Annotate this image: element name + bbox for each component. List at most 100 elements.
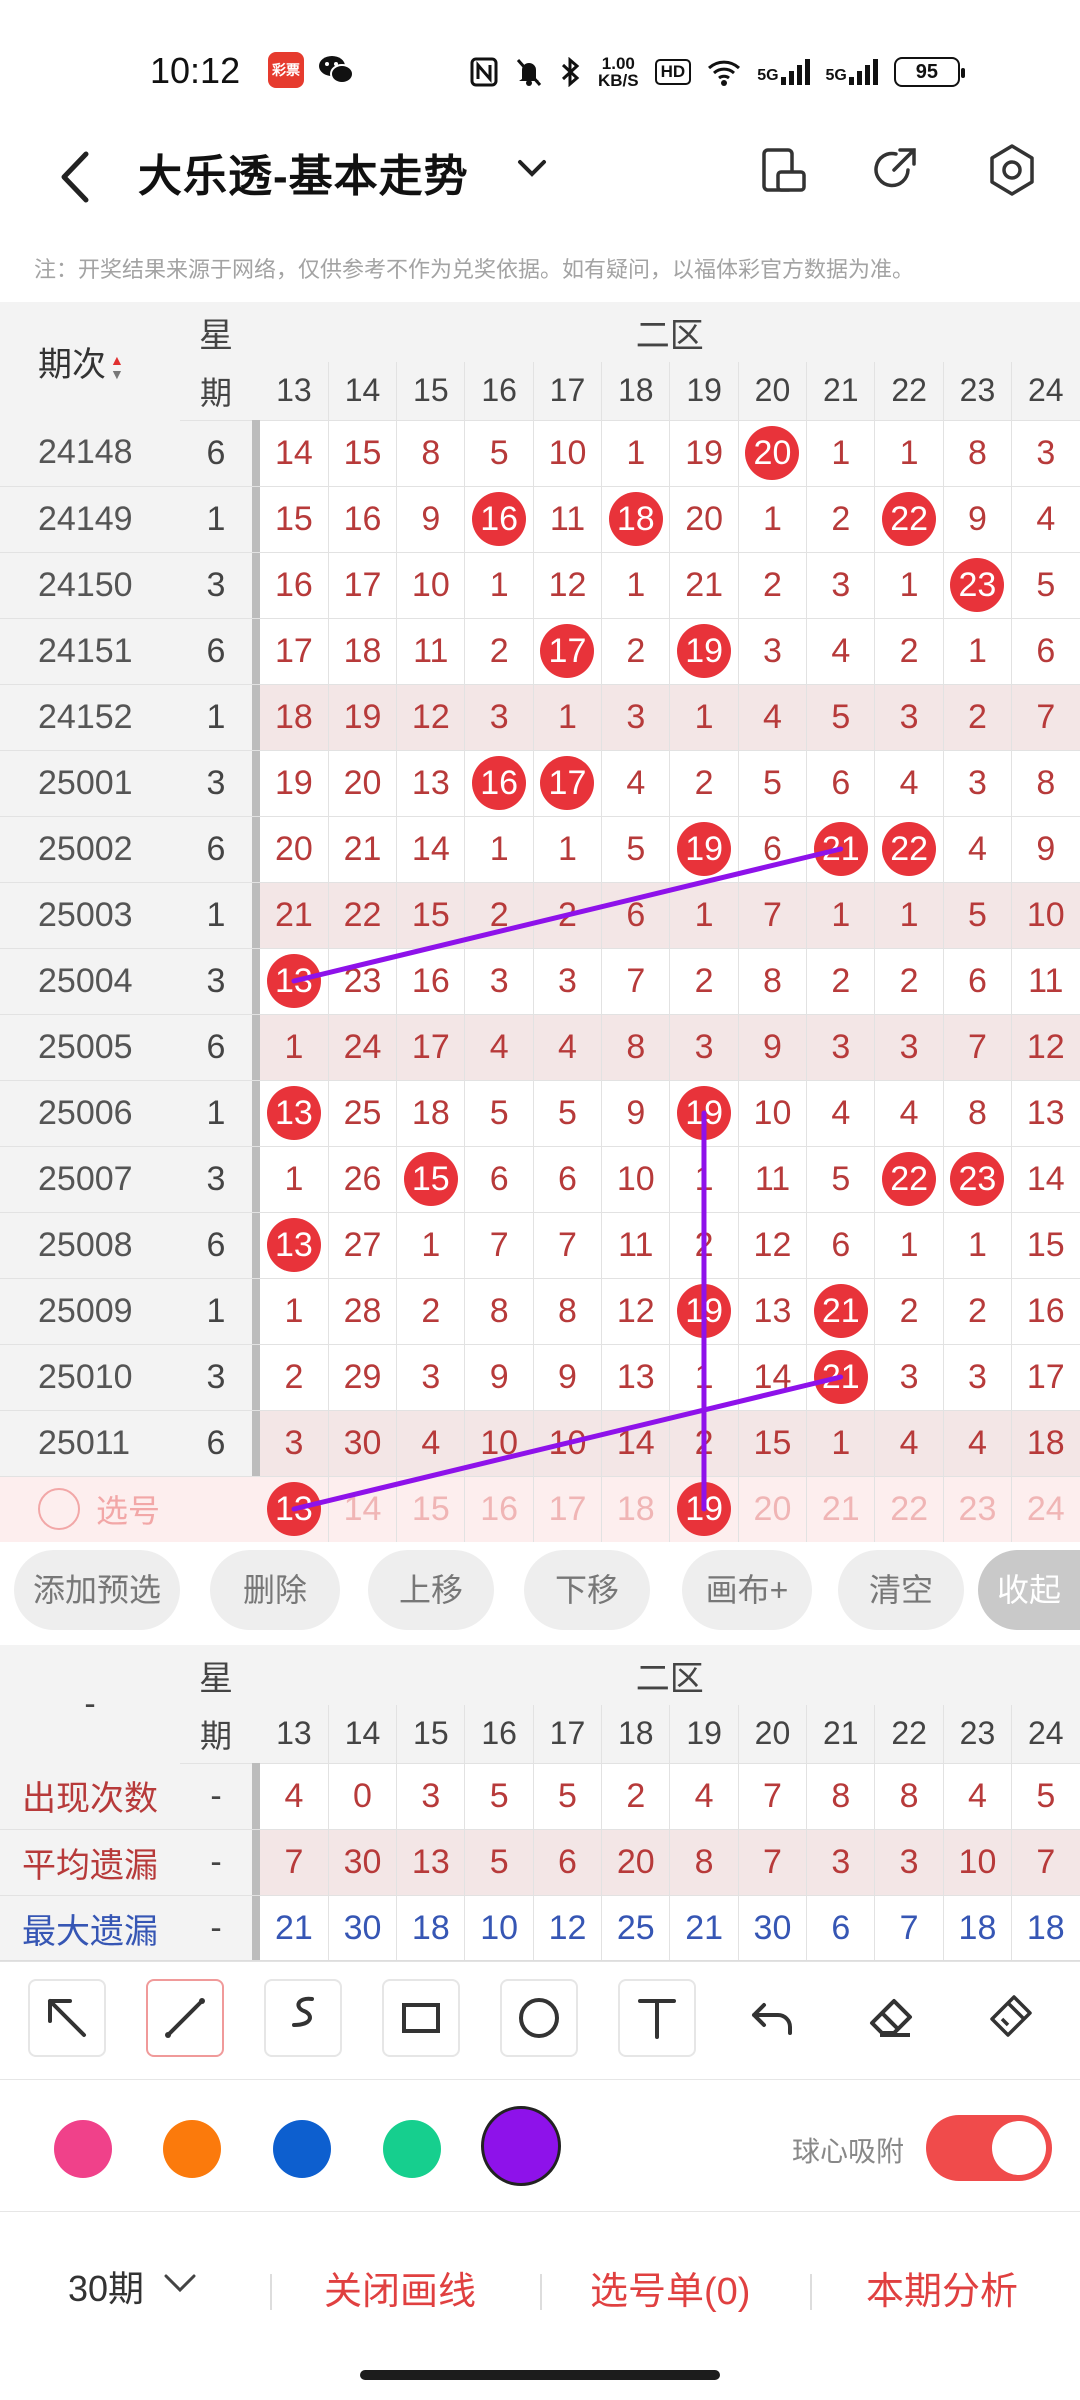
trend-cell[interactable]: 13 [601,1344,671,1411]
trend-cell[interactable]: 3 [464,948,534,1015]
trend-cell[interactable]: 1 [260,1014,329,1081]
trend-cell[interactable]: 7 [943,1014,1013,1081]
trend-cell[interactable]: 21 [806,1344,876,1411]
trend-cell[interactable]: 1 [806,420,876,487]
trend-cell[interactable]: 6 [943,948,1013,1015]
trend-cell[interactable]: 29 [328,1344,398,1411]
trend-cell[interactable]: 11 [1011,948,1080,1015]
chevron-down-icon[interactable] [512,148,552,188]
trend-cell[interactable]: 2 [943,1278,1013,1345]
trend-cell[interactable]: 20 [328,750,398,817]
share-icon[interactable] [864,140,924,200]
screen-rotate-icon[interactable] [754,140,814,200]
pick-cell[interactable]: 15 [396,1476,466,1542]
trend-cell[interactable]: 3 [533,948,603,1015]
trend-cell[interactable]: 2 [669,750,739,817]
arrow-tool-icon[interactable] [28,1979,106,2057]
trend-cell[interactable]: 3 [669,1014,739,1081]
trend-cell[interactable]: 11 [601,1212,671,1279]
trend-cell[interactable]: 8 [533,1278,603,1345]
trend-cell[interactable]: 21 [669,552,739,619]
trend-cell[interactable]: 2 [806,486,876,553]
trend-cell[interactable]: 3 [601,684,671,751]
trend-cell[interactable]: 2 [260,1344,329,1411]
home-indicator[interactable] [360,2370,720,2380]
trend-cell[interactable]: 25 [328,1080,398,1147]
trend-cell[interactable]: 2 [396,1278,466,1345]
trend-cell[interactable]: 2 [533,882,603,949]
trend-cell[interactable]: 5 [1011,552,1080,619]
trend-cell[interactable]: 28 [328,1278,398,1345]
color-swatch[interactable] [163,2120,221,2178]
trend-cell[interactable]: 4 [464,1014,534,1081]
trend-cell[interactable]: 20 [260,816,329,883]
trend-cell[interactable]: 12 [738,1212,808,1279]
pick-cell[interactable]: 21 [806,1476,876,1542]
trend-cell[interactable]: 22 [874,816,944,883]
trend-cell[interactable]: 2 [874,618,944,685]
pick-cell[interactable]: 14 [328,1476,398,1542]
trend-cell[interactable]: 26 [328,1146,398,1213]
trend-cell[interactable]: 2 [806,948,876,1015]
trend-cell[interactable]: 1 [943,618,1013,685]
trend-cell[interactable]: 16 [464,750,534,817]
trend-cell[interactable]: 21 [806,1278,876,1345]
trend-cell[interactable]: 13 [260,948,329,1015]
trend-cell[interactable]: 15 [1011,1212,1080,1279]
trend-cell[interactable]: 1 [260,1146,329,1213]
trend-cell[interactable]: 1 [806,1410,876,1477]
pick-list-button[interactable]: 选号单(0) [590,2260,750,2315]
trend-cell[interactable]: 4 [806,618,876,685]
trend-cell[interactable]: 7 [464,1212,534,1279]
trend-cell[interactable]: 23 [943,1146,1013,1213]
clear-button[interactable]: 清空 [838,1550,964,1630]
trend-cell[interactable]: 2 [943,684,1013,751]
trend-cell[interactable]: 17 [396,1014,466,1081]
trend-cell[interactable]: 5 [943,882,1013,949]
trend-cell[interactable]: 5 [806,684,876,751]
issue-sort-header[interactable]: 期次 ▲ ▼ [0,302,180,420]
trend-cell[interactable]: 13 [260,1212,329,1279]
color-swatch[interactable] [273,2120,331,2178]
trend-cell[interactable]: 3 [806,1014,876,1081]
trend-cell[interactable]: 2 [601,618,671,685]
text-tool-icon[interactable] [618,1979,696,2057]
curve-tool-icon[interactable] [264,1979,342,2057]
trend-cell[interactable]: 15 [328,420,398,487]
color-swatch[interactable] [383,2120,441,2178]
trend-cell[interactable]: 16 [328,486,398,553]
trend-cell[interactable]: 1 [874,420,944,487]
rectangle-tool-icon[interactable] [382,1979,460,2057]
move-up-button[interactable]: 上移 [368,1550,494,1630]
pick-cell[interactable]: 24 [1011,1476,1080,1542]
settings-icon[interactable] [982,140,1042,200]
trend-cell[interactable]: 18 [1011,1410,1080,1477]
trend-cell[interactable]: 8 [396,420,466,487]
pick-cell[interactable]: 20 [738,1476,808,1542]
trend-cell[interactable]: 5 [806,1146,876,1213]
trend-cell[interactable]: 4 [1011,486,1080,553]
trend-cell[interactable]: 3 [396,1344,466,1411]
close-lines-button[interactable]: 关闭画线 [324,2260,476,2315]
eraser-icon[interactable] [854,1979,932,2057]
trend-cell[interactable]: 15 [738,1410,808,1477]
trend-cell[interactable]: 8 [738,948,808,1015]
trend-cell[interactable]: 4 [533,1014,603,1081]
trend-cell[interactable]: 11 [533,486,603,553]
trend-cell[interactable]: 3 [874,1344,944,1411]
trend-cell[interactable]: 10 [533,420,603,487]
trend-cell[interactable]: 1 [874,882,944,949]
pick-cell[interactable]: 22 [874,1476,944,1542]
trend-cell[interactable]: 3 [943,750,1013,817]
trend-cell[interactable]: 5 [601,816,671,883]
trend-cell[interactable]: 15 [396,882,466,949]
trend-cell[interactable]: 19 [669,1080,739,1147]
sort-icon[interactable]: ▲ ▼ [110,353,124,381]
pick-cell[interactable]: 17 [533,1476,603,1542]
trend-cell[interactable]: 17 [260,618,329,685]
trend-cell[interactable]: 1 [533,684,603,751]
pick-all-toggle[interactable]: 选号 [0,1476,180,1542]
trend-cell[interactable]: 9 [738,1014,808,1081]
trend-cell[interactable]: 18 [260,684,329,751]
trend-cell[interactable]: 16 [464,486,534,553]
